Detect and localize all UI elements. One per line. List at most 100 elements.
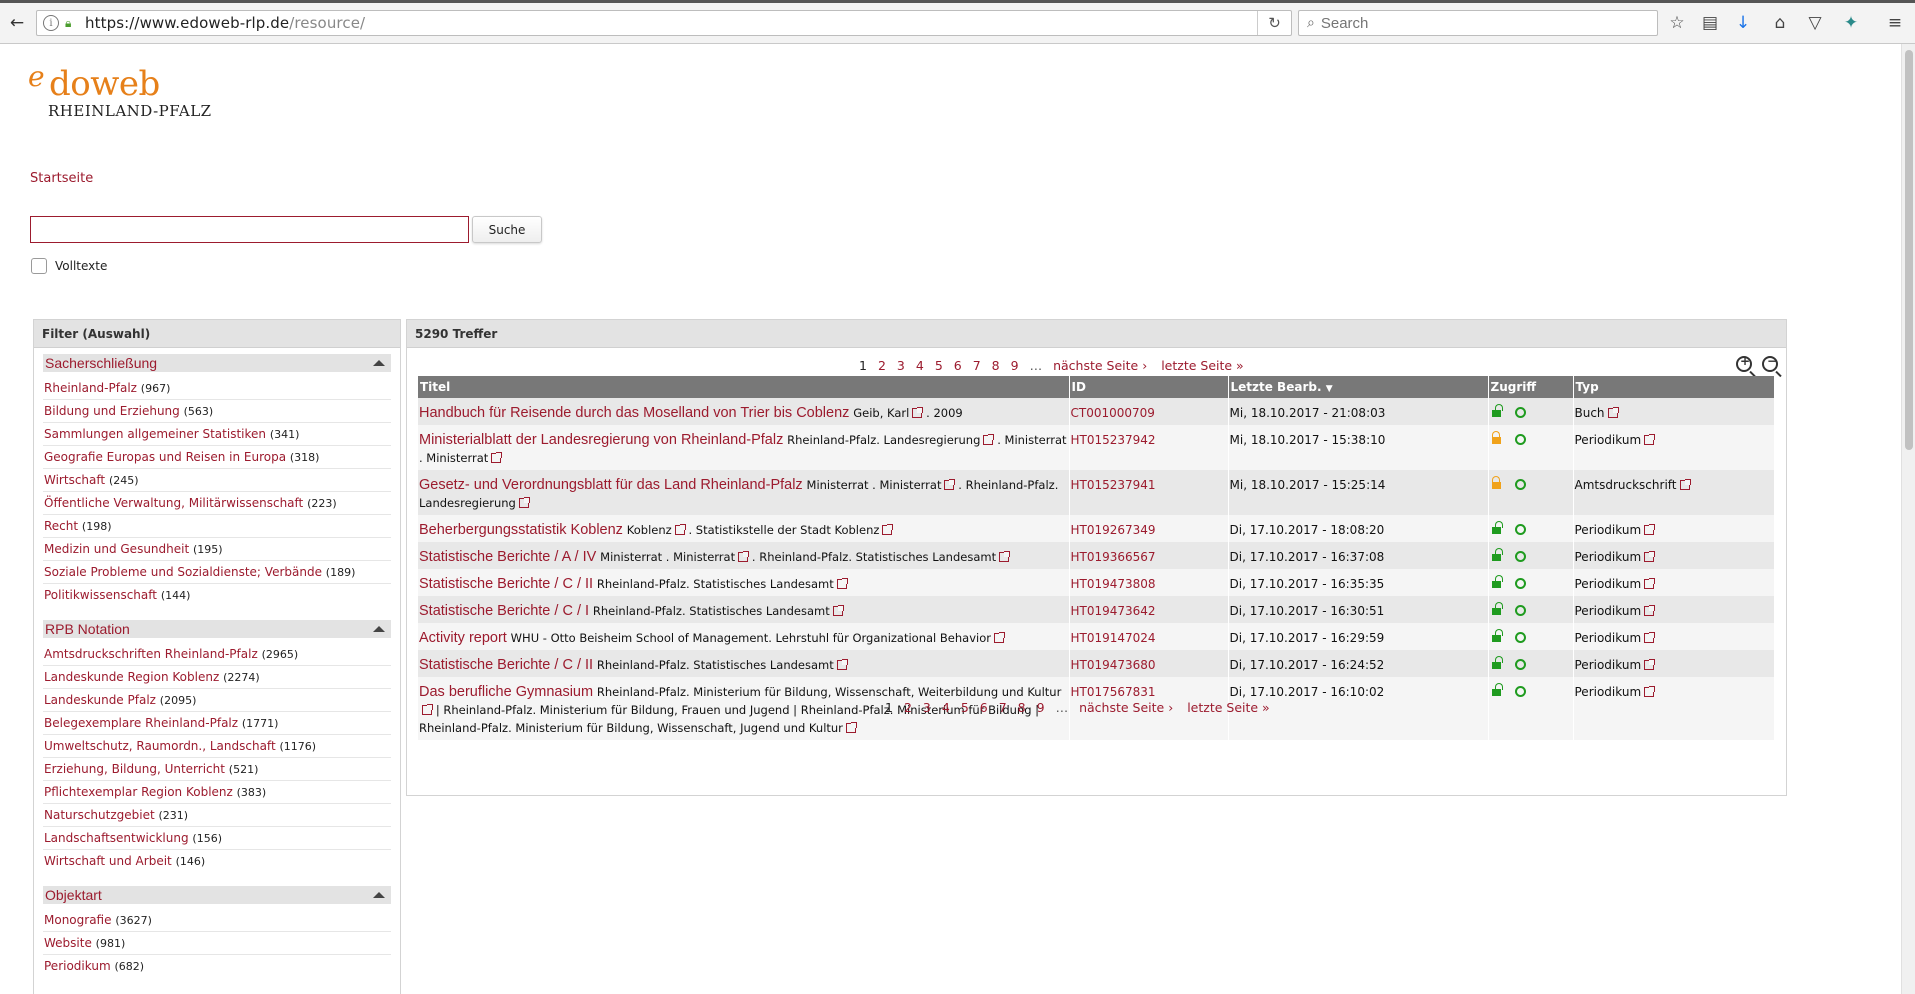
external-link-icon[interactable] xyxy=(983,434,995,445)
lock-icon[interactable]: 🔒︎ xyxy=(65,16,79,30)
pager-page-link[interactable]: 3 xyxy=(923,700,931,715)
facet-item-link[interactable]: Wirtschaft und Arbeit xyxy=(44,854,172,868)
record-title-link[interactable]: Das berufliche Gymnasium xyxy=(419,684,593,700)
column-access[interactable]: Zugriff xyxy=(1488,376,1574,398)
pager-page-link[interactable]: 7 xyxy=(973,358,981,373)
facet-item-link[interactable]: Sammlungen allgemeiner Statistiken xyxy=(44,427,266,441)
pager-page-link[interactable]: 8 xyxy=(992,358,1000,373)
facet-item[interactable]: Landeskunde Region Koblenz (2274) xyxy=(43,666,391,689)
facet-item[interactable]: Landschaftsentwicklung (156) xyxy=(43,827,391,850)
record-title-link[interactable]: Statistische Berichte / C / II xyxy=(419,576,593,592)
record-title-link[interactable]: Gesetz- und Verordnungsblatt für das Lan… xyxy=(419,477,803,493)
external-link-icon[interactable] xyxy=(674,524,686,535)
pager-page-link[interactable]: 2 xyxy=(904,700,912,715)
address-bar[interactable]: i 🔒︎ https://www.edoweb-rlp.de/resource/… xyxy=(36,10,1292,36)
facet-item-link[interactable]: Website xyxy=(44,936,92,950)
fulltext-checkbox[interactable] xyxy=(31,258,47,274)
external-link-icon[interactable] xyxy=(1644,551,1656,562)
facet-item-link[interactable]: Geografie Europas und Reisen in Europa xyxy=(44,450,286,464)
facet-item[interactable]: Wirtschaft (245) xyxy=(43,469,391,492)
cell-id[interactable]: HT019267349 xyxy=(1069,515,1229,542)
external-link-icon[interactable] xyxy=(999,551,1011,562)
record-author-link[interactable]: Rheinland-Pfalz. Ministerium für Bildung… xyxy=(597,685,1061,699)
facet-item[interactable]: Sammlungen allgemeiner Statistiken (341) xyxy=(43,423,391,446)
facet-item-link[interactable]: Politikwissenschaft xyxy=(44,588,157,602)
facet-item[interactable]: Periodikum (682) xyxy=(43,955,391,978)
pager-page-link[interactable]: 4 xyxy=(916,358,924,373)
facet-heading[interactable]: Objektart xyxy=(43,886,391,904)
record-title-link[interactable]: Ministerialblatt der Landesregierung von… xyxy=(419,432,783,448)
external-link-icon[interactable] xyxy=(993,632,1005,643)
pager-page-link[interactable]: 6 xyxy=(954,358,962,373)
menu-hamburger-icon[interactable]: ≡ xyxy=(1882,10,1908,36)
search-input[interactable] xyxy=(30,216,469,243)
bookmark-star-icon[interactable]: ☆ xyxy=(1664,10,1690,36)
facet-item[interactable]: Erziehung, Bildung, Unterricht (521) xyxy=(43,758,391,781)
pager-page-link[interactable]: 3 xyxy=(897,358,905,373)
record-title-link[interactable]: Statistische Berichte / C / II xyxy=(419,657,593,673)
facet-item[interactable]: Monografie (3627) xyxy=(43,909,391,932)
cell-id[interactable]: CT001000709 xyxy=(1069,398,1229,425)
sort-desc-icon[interactable]: ▼ xyxy=(1326,384,1333,394)
pager-page-link[interactable]: 7 xyxy=(999,700,1007,715)
record-author-link[interactable]: Geib, Karl xyxy=(853,406,909,420)
collapse-arrow-icon[interactable] xyxy=(373,360,385,366)
page-scrollbar[interactable] xyxy=(1901,44,1915,994)
facet-item-link[interactable]: Naturschutzgebiet xyxy=(44,808,155,822)
facet-heading[interactable]: RPB Notation xyxy=(43,620,391,638)
pager-page-link[interactable]: 4 xyxy=(942,700,950,715)
facet-item-link[interactable]: Landeskunde Region Koblenz xyxy=(44,670,219,684)
browser-search-box[interactable]: ⌕ xyxy=(1298,10,1658,36)
facet-item[interactable]: Website (981) xyxy=(43,932,391,955)
facet-item[interactable]: Medizin und Gesundheit (195) xyxy=(43,538,391,561)
record-title-link[interactable]: Beherbergungsstatistik Koblenz xyxy=(419,522,623,538)
cell-id[interactable]: HT019473642 xyxy=(1069,596,1229,623)
external-link-icon[interactable] xyxy=(912,407,924,418)
external-link-icon[interactable] xyxy=(1644,632,1656,643)
facet-item[interactable]: Rheinland-Pfalz (967) xyxy=(43,377,391,400)
external-link-icon[interactable] xyxy=(832,605,844,616)
url-text[interactable]: https://www.edoweb-rlp.de/resource/ xyxy=(85,14,365,32)
facet-item[interactable]: Wirtschaft und Arbeit (146) xyxy=(43,850,391,873)
cell-id[interactable]: HT015237942 xyxy=(1069,425,1229,470)
extension-icon[interactable]: ✦ xyxy=(1838,10,1864,36)
pager-page-link[interactable]: 2 xyxy=(878,358,886,373)
facet-item[interactable]: Soziale Probleme und Sozialdienste; Verb… xyxy=(43,561,391,584)
facet-item-link[interactable]: Landeskunde Pfalz xyxy=(44,693,156,707)
pager-last-link[interactable]: letzte Seite » xyxy=(1187,700,1270,715)
search-button[interactable]: Suche xyxy=(472,216,542,243)
facet-item-link[interactable]: Pflichtexemplar Region Koblenz xyxy=(44,785,233,799)
pager-next-link[interactable]: nächste Seite › xyxy=(1053,358,1147,373)
facet-item-link[interactable]: Recht xyxy=(44,519,78,533)
facet-heading[interactable]: Sacherschließung xyxy=(43,354,391,372)
facet-item[interactable]: Bildung und Erziehung (563) xyxy=(43,400,391,423)
facet-item-link[interactable]: Bildung und Erziehung xyxy=(44,404,180,418)
external-link-icon[interactable] xyxy=(845,722,857,733)
record-author-link[interactable]: Koblenz xyxy=(627,523,672,537)
external-link-icon[interactable] xyxy=(1644,524,1656,535)
record-author-link[interactable]: Rheinland-Pfalz. Statistisches Landesamt xyxy=(593,604,830,618)
external-link-icon[interactable] xyxy=(1644,686,1656,697)
external-link-icon[interactable] xyxy=(1644,578,1656,589)
facet-item-link[interactable]: Amtsdruckschriften Rheinland-Pfalz xyxy=(44,647,258,661)
facet-item-link[interactable]: Rheinland-Pfalz xyxy=(44,381,137,395)
facet-item[interactable]: Politikwissenschaft (144) xyxy=(43,584,391,607)
facet-item[interactable]: Recht (198) xyxy=(43,515,391,538)
record-title-link[interactable]: Handbuch für Reisende durch das Mosellan… xyxy=(419,405,849,421)
facet-item-link[interactable]: Öffentliche Verwaltung, Militärwissensch… xyxy=(44,496,303,510)
cell-id[interactable]: HT019473680 xyxy=(1069,650,1229,677)
reload-icon[interactable]: ↻ xyxy=(1257,11,1291,35)
external-link-icon[interactable] xyxy=(422,704,433,715)
pocket-icon[interactable]: ▽ xyxy=(1802,10,1828,36)
collapse-arrow-icon[interactable] xyxy=(373,626,385,632)
column-id[interactable]: ID xyxy=(1069,376,1229,398)
cell-id[interactable]: HT019147024 xyxy=(1069,623,1229,650)
back-arrow-icon[interactable]: ← xyxy=(4,10,30,36)
external-link-icon[interactable] xyxy=(1607,407,1619,418)
scrollbar-thumb[interactable] xyxy=(1905,50,1913,450)
facet-item[interactable]: Belegexemplare Rheinland-Pfalz (1771) xyxy=(43,712,391,735)
external-link-icon[interactable] xyxy=(518,497,530,508)
reading-list-icon[interactable]: ▤ xyxy=(1697,10,1723,36)
external-link-icon[interactable] xyxy=(944,479,956,490)
external-link-icon[interactable] xyxy=(882,524,894,535)
